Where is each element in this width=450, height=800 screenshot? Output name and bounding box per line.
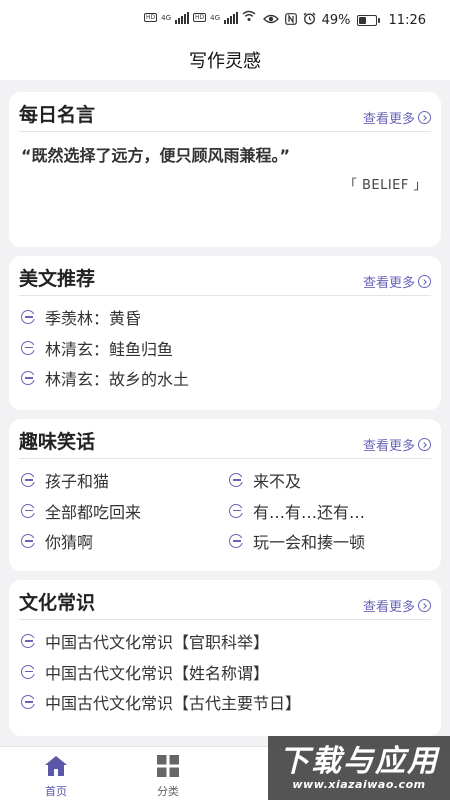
article-list: 季羡林：黄昏 林清玄：鲑鱼归鱼 林清玄：故乡的水土 xyxy=(19,296,431,394)
arrow-circle-icon xyxy=(21,371,37,386)
item-label: 全部都吃回来 xyxy=(45,502,142,522)
item-label: 林清玄：鲑鱼归鱼 xyxy=(45,339,174,359)
item-label: 中国古代文化常识【官职科举】 xyxy=(45,633,270,653)
hd-badge-2: HD xyxy=(193,13,207,22)
list-item[interactable]: 有…有…还有… xyxy=(227,496,435,527)
quote-text: “既然选择了远方，便只顾风雨兼程。” xyxy=(21,146,291,165)
item-label: 你猜啊 xyxy=(45,533,94,553)
watermark-logo: 下载与应用 www.xiazaiwao.com xyxy=(268,736,450,800)
card-title: 趣味笑话 xyxy=(19,431,96,453)
see-more-button[interactable]: 查看更多 xyxy=(363,272,431,291)
daily-quote-card: 每日名言 查看更多 “既然选择了远方，便只顾风雨兼程。” 「 BELIEF 」 xyxy=(9,92,441,247)
arrow-circle-icon xyxy=(229,473,245,488)
nfc-icon xyxy=(284,12,297,28)
arrow-circle-icon xyxy=(21,664,37,679)
tab-home[interactable]: 首页 xyxy=(26,753,86,799)
arrow-circle-icon xyxy=(229,534,245,549)
item-label: 有…有…还有… xyxy=(253,502,366,522)
card-title: 文化常识 xyxy=(19,592,96,614)
quote-source: 「 BELIEF 」 xyxy=(343,178,427,193)
list-item[interactable]: 季羡林：黄昏 xyxy=(19,302,431,333)
arrow-circle-icon xyxy=(229,503,245,518)
network-type-2: 4G xyxy=(210,13,221,22)
see-more-label: 查看更多 xyxy=(362,112,415,127)
list-item[interactable]: 中国古代文化常识【古代主要节日】 xyxy=(19,687,431,718)
network-type: 4G xyxy=(161,13,172,22)
list-item[interactable]: 中国古代文化常识【官职科举】 xyxy=(19,626,431,657)
list-item[interactable]: 林清玄：鲑鱼归鱼 xyxy=(19,333,431,364)
clock: 11:26 xyxy=(388,12,426,28)
culture-list: 中国古代文化常识【官职科举】 中国古代文化常识【姓名称谓】 中国古代文化常识【古… xyxy=(19,620,431,718)
card-header: 文化常识 查看更多 xyxy=(19,580,431,620)
arrow-circle-icon xyxy=(21,310,37,325)
battery-fill xyxy=(358,16,366,24)
item-label: 来不及 xyxy=(253,472,302,492)
list-item[interactable]: 中国古代文化常识【姓名称谓】 xyxy=(19,657,431,688)
tab-label: 首页 xyxy=(45,785,67,798)
card-title: 美文推荐 xyxy=(19,268,96,290)
eye-icon xyxy=(262,13,279,28)
culture-card: 文化常识 查看更多 中国古代文化常识【官职科举】 中国古代文化常识【姓名称谓】 … xyxy=(9,580,441,736)
see-more-button[interactable]: 查看更多 xyxy=(363,108,431,127)
joke-grid: 孩子和猫 来不及 全部都吃回来 有…有…还有… 你猜啊 玩一会和揍一顿 xyxy=(19,459,431,557)
arrow-circle-icon xyxy=(21,634,37,649)
card-header: 每日名言 查看更多 xyxy=(19,92,431,132)
item-label: 玩一会和揍一顿 xyxy=(253,533,366,553)
chevron-right-circle-icon xyxy=(418,111,431,124)
article-card: 美文推荐 查看更多 季羡林：黄昏 林清玄：鲑鱼归鱼 林清玄：故乡的水土 xyxy=(9,256,441,410)
page-title: 写作灵感 xyxy=(189,51,261,72)
arrow-circle-icon xyxy=(21,473,37,488)
tab-label: 分类 xyxy=(157,785,179,798)
see-more-button[interactable]: 查看更多 xyxy=(363,435,431,454)
wifi-icon xyxy=(242,10,256,25)
card-title: 每日名言 xyxy=(19,104,96,126)
item-label: 季羡林：黄昏 xyxy=(45,309,142,329)
arrow-circle-icon xyxy=(21,340,37,355)
status-bar: HD 4G HD 4G 49% 11:26 xyxy=(0,0,450,40)
see-more-button[interactable]: 查看更多 xyxy=(363,596,431,615)
list-item[interactable]: 林清玄：故乡的水土 xyxy=(19,363,431,394)
arrow-circle-icon xyxy=(21,695,37,710)
item-label: 林清玄：故乡的水土 xyxy=(45,370,190,390)
item-label: 中国古代文化常识【姓名称谓】 xyxy=(45,663,270,683)
signal-icon-2 xyxy=(224,11,239,24)
item-label: 孩子和猫 xyxy=(45,472,110,492)
tab-category[interactable]: 分类 xyxy=(138,753,198,799)
joke-card: 趣味笑话 查看更多 孩子和猫 来不及 全部都吃回来 有…有…还有… 你猜啊 玩一… xyxy=(9,419,441,571)
battery-icon xyxy=(356,14,380,26)
list-item[interactable]: 来不及 xyxy=(227,465,435,496)
see-more-label: 查看更多 xyxy=(362,276,415,291)
arrow-circle-icon xyxy=(21,503,37,518)
watermark-url: www.xiazaiwao.com xyxy=(292,777,426,791)
grid-icon xyxy=(157,755,179,777)
chevron-right-circle-icon xyxy=(418,599,431,612)
list-item[interactable]: 玩一会和揍一顿 xyxy=(227,526,435,557)
app-title-bar: 写作灵感 xyxy=(0,40,450,80)
alarm-icon xyxy=(303,12,316,28)
signal-group: HD 4G HD 4G xyxy=(144,10,256,25)
chevron-right-circle-icon xyxy=(418,275,431,288)
battery-percent: 49% xyxy=(321,12,351,28)
card-header: 美文推荐 查看更多 xyxy=(19,256,431,296)
list-item[interactable]: 孩子和猫 xyxy=(19,465,227,496)
list-item[interactable]: 你猜啊 xyxy=(19,526,227,557)
home-icon xyxy=(45,756,67,776)
watermark-title: 下载与应用 xyxy=(279,743,439,779)
card-header: 趣味笑话 查看更多 xyxy=(19,419,431,459)
see-more-label: 查看更多 xyxy=(362,600,415,615)
chevron-right-circle-icon xyxy=(418,438,431,451)
list-item[interactable]: 全部都吃回来 xyxy=(19,496,227,527)
item-label: 中国古代文化常识【古代主要节日】 xyxy=(45,694,302,714)
signal-icon xyxy=(175,11,190,24)
see-more-label: 查看更多 xyxy=(362,439,415,454)
arrow-circle-icon xyxy=(21,534,37,549)
hd-badge: HD xyxy=(144,13,158,22)
